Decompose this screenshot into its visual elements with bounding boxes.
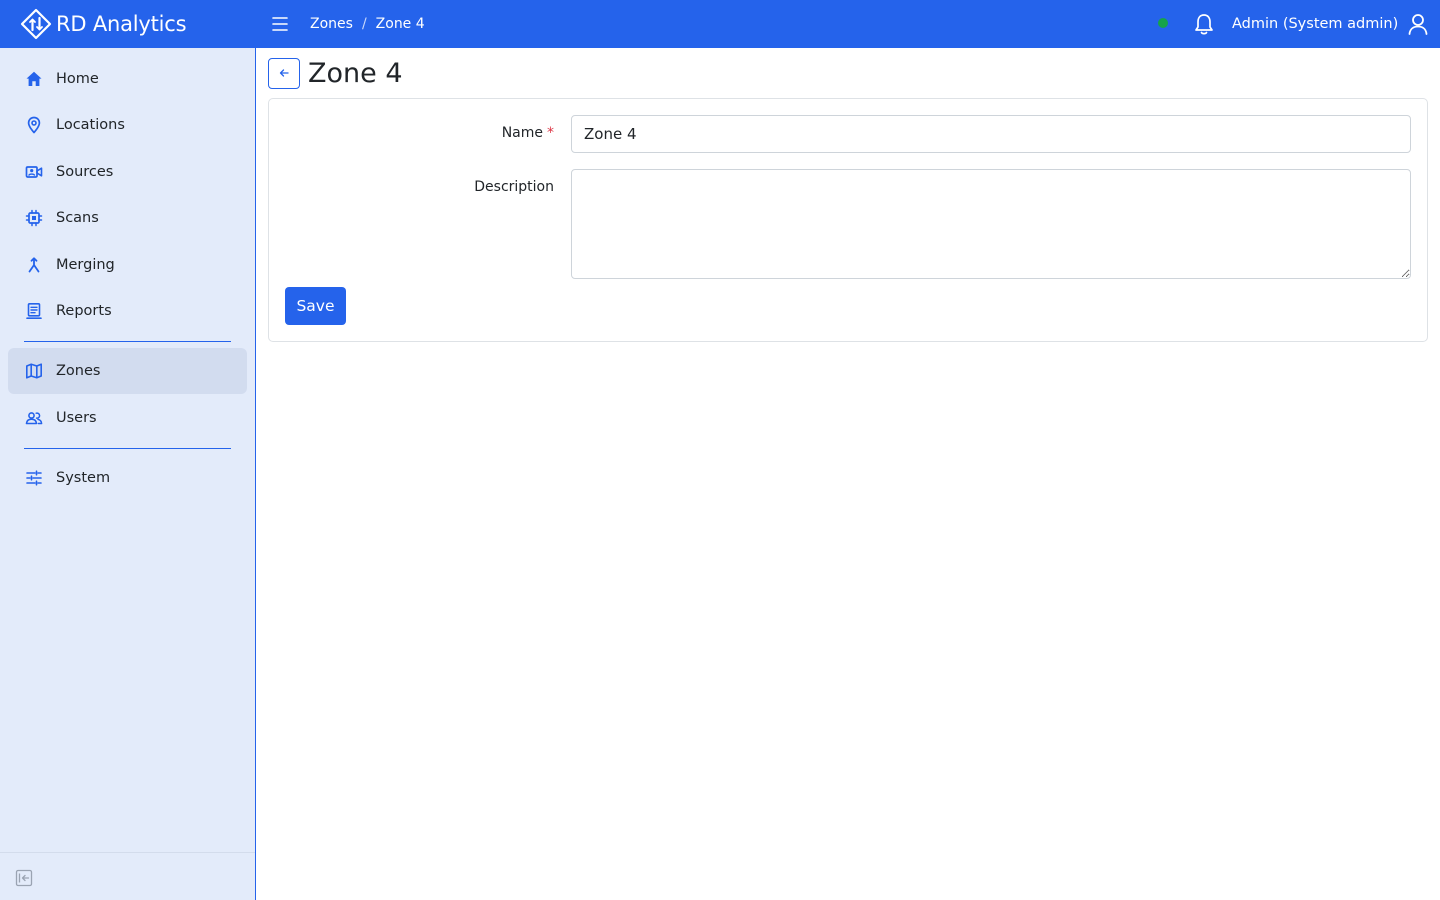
sidebar-item-label: Locations <box>56 117 125 133</box>
users-icon <box>24 408 44 428</box>
sidebar-item-label: Zones <box>56 363 101 379</box>
sidebar-item-label: Home <box>56 71 99 87</box>
connection-status-dot <box>1158 18 1168 28</box>
sidebar-item-scans[interactable]: Scans <box>8 195 247 241</box>
sidebar-item-label: System <box>56 470 111 486</box>
report-icon <box>24 301 44 321</box>
top-bar: RD Analytics Zones / Zone 4 Admin (Syste… <box>0 0 1440 48</box>
sidebar-divider <box>24 341 231 342</box>
sidebar-item-zones[interactable]: Zones <box>8 348 247 394</box>
name-label: Name * <box>502 125 554 141</box>
sidebar-item-sources[interactable]: Sources <box>8 149 247 195</box>
breadcrumb-separator: / <box>361 16 367 32</box>
hamburger-menu-icon[interactable] <box>270 14 290 34</box>
chip-icon <box>24 208 44 228</box>
sidebar-divider <box>24 448 231 449</box>
arrow-left-icon <box>279 69 289 77</box>
name-label-text: Name <box>501 125 543 141</box>
sidebar-item-label: Sources <box>56 164 114 180</box>
brand-logo-icon <box>20 8 52 40</box>
brand[interactable]: RD Analytics <box>20 8 187 40</box>
zone-form-card: Name* Description Save <box>268 98 1428 342</box>
description-label: Description <box>474 179 554 195</box>
sidebar-item-merging[interactable]: Merging <box>8 242 247 288</box>
sidebar-item-label: Scans <box>56 210 99 226</box>
map-pin-icon <box>24 115 44 135</box>
camera-icon <box>24 162 44 182</box>
sidebar-item-label: Reports <box>56 303 112 319</box>
user-name: Admin (System admin) <box>1232 16 1399 32</box>
description-textarea[interactable] <box>571 169 1411 279</box>
required-marker: * <box>547 125 554 141</box>
sidebar-item-home[interactable]: Home <box>8 56 247 102</box>
name-input[interactable] <box>571 115 1411 153</box>
sidebar-item-users[interactable]: Users <box>8 395 247 441</box>
brand-name: RD Analytics <box>56 12 187 36</box>
page-header: Zone 4 <box>268 57 403 89</box>
back-button[interactable] <box>268 57 300 89</box>
collapse-sidebar-icon[interactable] <box>15 869 33 887</box>
map-icon <box>24 361 44 381</box>
notifications-bell-icon[interactable] <box>1193 12 1215 36</box>
merge-icon <box>24 255 44 275</box>
sidebar-item-reports[interactable]: Reports <box>8 288 247 334</box>
page-title: Zone 4 <box>308 57 403 89</box>
sidebar-item-label: Users <box>56 410 97 426</box>
breadcrumb-current: Zone 4 <box>375 16 425 32</box>
user-menu[interactable]: Admin (System admin) <box>1232 10 1429 38</box>
home-icon <box>24 69 44 89</box>
sidebar-footer <box>0 852 255 900</box>
breadcrumb-zones-link[interactable]: Zones <box>310 16 353 32</box>
sliders-icon <box>24 468 44 488</box>
sidebar-item-locations[interactable]: Locations <box>8 102 247 148</box>
sidebar: Home Locations Sources Scans Merging Rep… <box>0 48 256 900</box>
sidebar-item-label: Merging <box>56 257 115 273</box>
sidebar-item-system[interactable]: System <box>8 455 247 501</box>
breadcrumb: Zones / Zone 4 <box>310 14 425 34</box>
save-button[interactable]: Save <box>285 287 346 325</box>
user-avatar-icon <box>1408 14 1428 35</box>
